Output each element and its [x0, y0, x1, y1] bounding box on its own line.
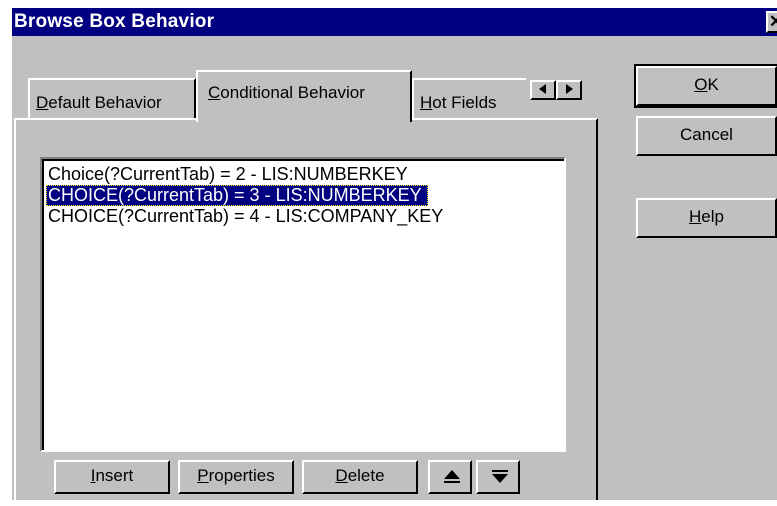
ok-button[interactable]: OK	[634, 64, 777, 108]
help-button[interactable]: Help	[636, 198, 777, 238]
help-button-label: Help	[689, 207, 724, 226]
arrow-down-icon	[492, 470, 508, 483]
list-item[interactable]: CHOICE(?CurrentTab) = 4 - LIS:COMPANY_KE…	[46, 206, 449, 227]
tab-hot-fields[interactable]: Hot Fields	[412, 78, 526, 122]
close-icon: ✕	[768, 12, 777, 31]
listbox-frame: Choice(?CurrentTab) = 2 - LIS:NUMBERKEY …	[42, 159, 564, 450]
tab-scroll-right-button[interactable]	[556, 80, 582, 100]
insert-button[interactable]: Insert	[54, 460, 170, 494]
properties-button[interactable]: Properties	[178, 460, 294, 494]
move-up-button[interactable]	[428, 460, 472, 494]
list-item-selected[interactable]: CHOICE(?CurrentTab) = 3 - LIS:NUMBERKEY	[46, 185, 428, 206]
tab-conditional-behavior[interactable]: Conditional Behavior	[196, 70, 412, 122]
tab-scroll-arrows	[530, 80, 586, 102]
cancel-button-label: Cancel	[680, 125, 733, 144]
properties-button-label: Properties	[197, 466, 275, 485]
delete-button[interactable]: Delete	[302, 460, 418, 494]
arrow-up-icon	[444, 470, 460, 483]
ok-button-label: OK	[694, 75, 719, 94]
dialog-title: Browse Box Behavior	[14, 11, 215, 32]
tab-label: Hot Fields	[420, 93, 497, 112]
triangle-left-icon	[539, 84, 546, 94]
tab-default-behavior[interactable]: Default Behavior	[28, 78, 196, 122]
conditions-listbox[interactable]: Choice(?CurrentTab) = 2 - LIS:NUMBERKEY …	[40, 157, 566, 452]
delete-button-label: Delete	[335, 466, 385, 485]
triangle-right-icon	[566, 84, 573, 94]
cancel-button[interactable]: Cancel	[636, 116, 777, 156]
close-button[interactable]: ✕	[766, 11, 777, 33]
insert-button-label: Insert	[90, 466, 134, 485]
list-item[interactable]: Choice(?CurrentTab) = 2 - LIS:NUMBERKEY	[46, 164, 414, 185]
tab-label: Conditional Behavior	[208, 83, 365, 102]
title-bar[interactable]: Browse Box Behavior ✕	[12, 8, 777, 36]
tab-label: efault Behavior	[48, 93, 162, 112]
tab-accel: D	[36, 93, 49, 112]
move-down-button[interactable]	[476, 460, 520, 494]
tab-scroll-left-button[interactable]	[530, 80, 556, 100]
